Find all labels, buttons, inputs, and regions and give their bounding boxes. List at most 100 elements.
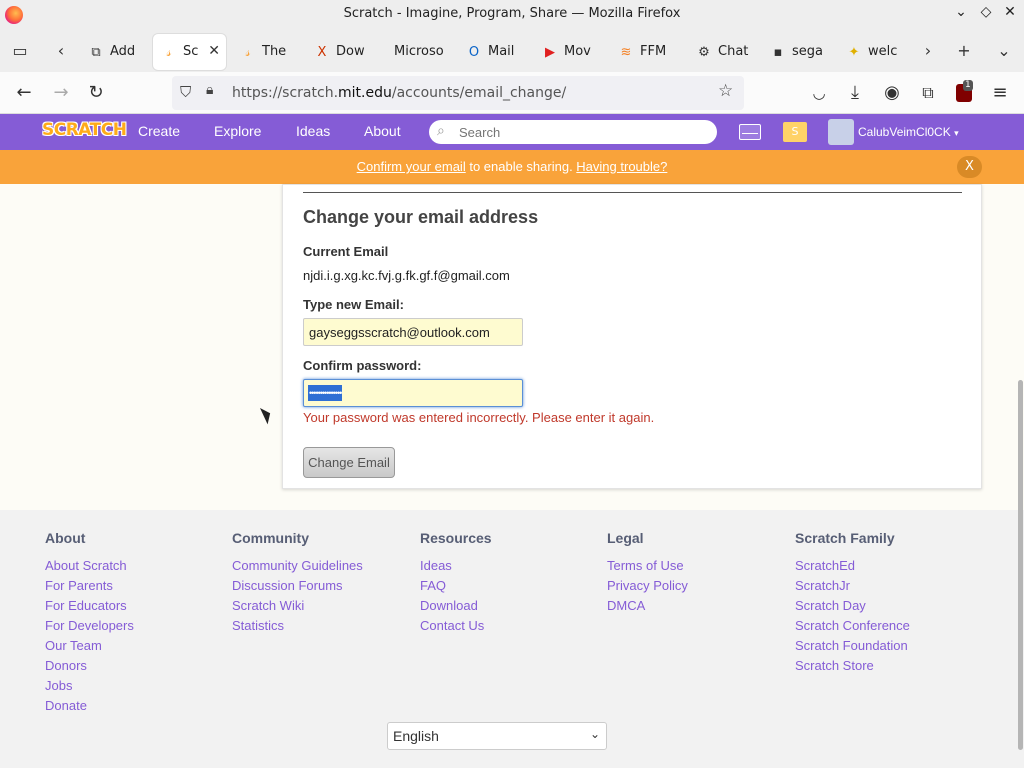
youtube-icon: ▶ xyxy=(545,45,555,60)
extensions-icon[interactable]: ⧉ xyxy=(915,80,941,106)
scratch-logo[interactable]: SCRATCH xyxy=(42,120,127,140)
close-tab-icon[interactable]: ✕ xyxy=(208,43,220,59)
footer-link[interactable]: Download xyxy=(420,596,600,616)
footer-link[interactable]: Scratch Foundation xyxy=(795,636,975,656)
back-icon[interactable]: ← xyxy=(11,80,37,106)
stack-icon: ≋ xyxy=(620,45,632,60)
footer-link[interactable]: For Educators xyxy=(45,596,225,616)
email-change-card: Change your email address Current Email … xyxy=(282,184,982,489)
reload-icon[interactable]: ↻ xyxy=(83,80,109,106)
search-box[interactable]: ⌕ xyxy=(429,120,717,144)
tab-0[interactable]: ⧉ Add xyxy=(80,34,148,70)
footer-link[interactable]: ScratchJr xyxy=(795,576,975,596)
scroll-tabs-right-icon[interactable]: › xyxy=(914,38,942,64)
my-stuff-icon[interactable]: S xyxy=(783,122,807,142)
page-scrollbar[interactable] xyxy=(1018,380,1023,750)
minimize-icon[interactable]: ⌄ xyxy=(950,4,972,20)
bookmark-star-icon[interactable]: ☆ xyxy=(718,81,733,101)
tab-10[interactable]: ✦ welc xyxy=(838,34,906,70)
scratch-icon: 𝓈 xyxy=(166,45,172,60)
footer-link[interactable]: About Scratch xyxy=(45,556,225,576)
tab-overview-icon[interactable]: ▭ xyxy=(6,38,34,64)
extension-badge: 1 xyxy=(963,80,973,91)
tab-2[interactable]: 𝓈 The xyxy=(232,34,300,70)
tab-bar: ▭ ‹ ⧉ Add 𝓈 Sc ✕ 𝓈 The X Dow Microso O Mail ▶ Mov ≋ FFM… xyxy=(0,30,1024,72)
password-error: Your password was entered incorrectly. P… xyxy=(303,410,655,425)
footer-link[interactable]: ScratchEd xyxy=(795,556,975,576)
footer-link[interactable]: DMCA xyxy=(607,596,787,616)
footer-link[interactable]: Our Team xyxy=(45,636,225,656)
footer-link[interactable]: Scratch Day xyxy=(795,596,975,616)
footer-link[interactable]: Contact Us xyxy=(420,616,600,636)
footer-link[interactable]: Scratch Conference xyxy=(795,616,975,636)
chatgpt-icon: ⚙ xyxy=(698,45,710,60)
terminal-icon: ▪ xyxy=(773,45,783,60)
nav-create[interactable]: Create xyxy=(138,123,180,139)
new-email-label: Type new Email: xyxy=(303,297,404,312)
footer-link[interactable]: Jobs xyxy=(45,676,225,696)
footer-column-1: Community Community Guidelines Discussion … xyxy=(232,530,412,636)
outlook-icon: O xyxy=(468,45,480,60)
confirm-email-link[interactable]: Confirm your email xyxy=(357,159,466,174)
banner-close-button[interactable]: X xyxy=(957,156,982,178)
tab-4[interactable]: Microso xyxy=(382,34,452,70)
tab-6[interactable]: ▶ Mov xyxy=(534,34,604,70)
account-icon[interactable]: ◉ xyxy=(879,80,905,106)
tab-7[interactable]: ≋ FFM xyxy=(610,34,682,70)
scroll-tabs-left-icon[interactable]: ‹ xyxy=(47,38,75,64)
list-tabs-icon[interactable]: ⌄ xyxy=(990,38,1018,64)
tab-9[interactable]: ▪ sega xyxy=(762,34,832,70)
pocket-icon[interactable]: ◡ xyxy=(806,80,832,106)
footer-link[interactable]: For Developers xyxy=(45,616,225,636)
language-select[interactable]: English ⌄ xyxy=(387,722,607,750)
footer-link[interactable]: Donate xyxy=(45,696,225,716)
ublock-icon[interactable]: 1 xyxy=(951,80,977,106)
username-menu[interactable]: CalubVeimCl0CK ▾ xyxy=(858,125,959,139)
tab-8[interactable]: ⚙ Chat xyxy=(688,34,756,70)
lock-icon[interactable]: 🔒︎ xyxy=(206,82,213,98)
footer-link[interactable]: Community Guidelines xyxy=(232,556,412,576)
footer-link[interactable]: Ideas xyxy=(420,556,600,576)
shield-icon[interactable]: ⛉ xyxy=(180,83,191,101)
maximize-icon[interactable]: ◇ xyxy=(975,4,997,20)
downloads-icon[interactable]: ⤓ xyxy=(842,80,868,106)
url-bar[interactable]: ⛉ 🔒︎ https://scratch.mit.edu/accounts/em… xyxy=(172,76,744,110)
tab-label: Mail xyxy=(488,44,515,59)
forward-icon[interactable]: → xyxy=(48,80,74,106)
avatar[interactable] xyxy=(828,119,854,145)
footer-link[interactable]: FAQ xyxy=(420,576,600,596)
new-email-field[interactable] xyxy=(303,318,523,346)
url-text[interactable]: https://scratch.mit.edu/accounts/email_c… xyxy=(232,85,566,101)
footer-link[interactable]: Privacy Policy xyxy=(607,576,787,596)
current-email-label: Current Email xyxy=(303,244,389,259)
footer-link[interactable]: Terms of Use xyxy=(607,556,787,576)
new-tab-icon[interactable]: + xyxy=(950,38,978,64)
nav-ideas[interactable]: Ideas xyxy=(296,123,330,139)
change-email-button[interactable]: Change Email xyxy=(303,447,395,478)
footer-link[interactable]: Scratch Wiki xyxy=(232,596,412,616)
nav-explore[interactable]: Explore xyxy=(214,123,261,139)
tab-label: sega xyxy=(792,44,823,59)
tab-label: Add xyxy=(110,44,136,59)
close-window-icon[interactable]: ✕ xyxy=(999,4,1021,20)
password-field[interactable]: ••••••••••••••• xyxy=(303,379,523,407)
messages-icon[interactable] xyxy=(739,124,761,140)
footer-link[interactable]: For Parents xyxy=(45,576,225,596)
tab-3[interactable]: X Dow xyxy=(306,34,376,70)
chevron-down-icon: ⌄ xyxy=(589,727,600,741)
tab-1[interactable]: 𝓈 Sc ✕ xyxy=(153,34,226,70)
tab-5[interactable]: O Mail xyxy=(458,34,528,70)
caret-down-icon: ▾ xyxy=(954,128,959,138)
footer-link[interactable]: Discussion Forums xyxy=(232,576,412,596)
search-icon: ⌕ xyxy=(437,123,445,139)
having-trouble-link[interactable]: Having trouble? xyxy=(576,159,667,174)
footer-link[interactable]: Scratch Store xyxy=(795,656,975,676)
footer-heading: About xyxy=(45,530,86,546)
footer-link[interactable]: Donors xyxy=(45,656,225,676)
tab-label: Mov xyxy=(564,44,591,59)
tab-label: Dow xyxy=(336,44,365,59)
nav-about[interactable]: About xyxy=(364,123,401,139)
footer-link[interactable]: Statistics xyxy=(232,616,412,636)
search-input[interactable] xyxy=(459,123,709,141)
menu-icon[interactable]: ≡ xyxy=(987,80,1013,106)
